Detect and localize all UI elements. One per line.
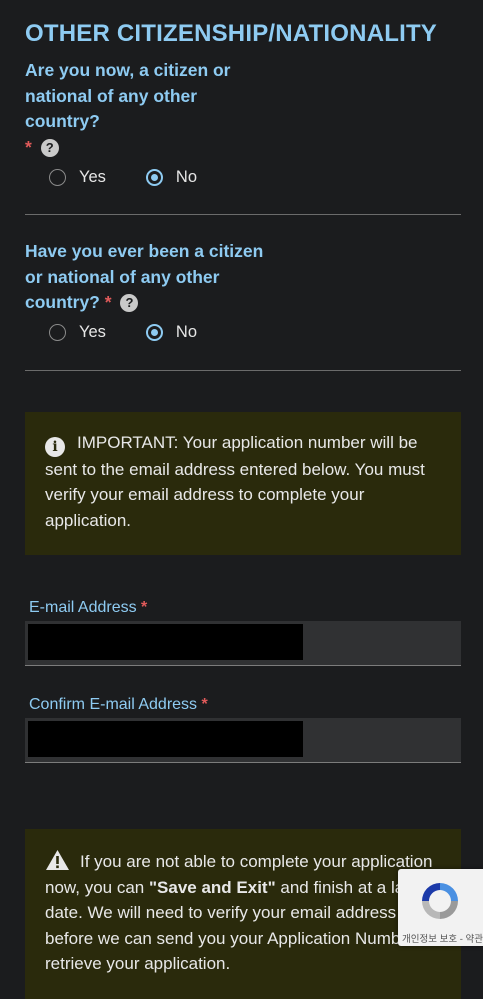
radio-circle[interactable] [49, 168, 66, 186]
radio-group-current-citizenship: Yes No [49, 160, 461, 194]
radio-circle[interactable] [145, 168, 163, 186]
radio-label: Yes [79, 167, 106, 186]
radio-no[interactable]: No [145, 323, 198, 342]
radio-label: No [175, 167, 198, 186]
radio-label: No [175, 323, 198, 341]
radio-yes[interactable]: Yes [49, 168, 106, 187]
info-circle-icon: i [45, 436, 65, 457]
question-text: Have you ever been a citizen or national… [25, 241, 264, 312]
question-circle-icon[interactable]: ? [120, 294, 139, 313]
question-circle-icon[interactable]: ? [40, 138, 59, 157]
question-past-citizenship: Have you ever been a citizen or national… [25, 239, 275, 316]
redacted-value [28, 624, 303, 660]
recaptcha-terms[interactable]: 개인정보 보호 - 약관 [402, 931, 483, 945]
warning-triangle-icon [46, 850, 69, 870]
required-marker: * [104, 292, 112, 312]
question-text: Are you now, a citizen or national of an… [25, 60, 231, 131]
important-notice: i IMPORTANT: Your application number will… [25, 411, 461, 555]
recaptcha-badge[interactable]: 개인정보 보호 - 약관 [398, 869, 483, 946]
recaptcha-logo-icon [422, 883, 458, 919]
required-marker: * [25, 136, 32, 157]
confirm-email-field[interactable] [25, 718, 461, 763]
email-label: E-mail Address * [29, 599, 461, 617]
radio-no[interactable]: No [145, 167, 198, 187]
confirm-email-label: Confirm E-mail Address * [29, 696, 461, 714]
radio-group-past-citizenship: Yes No [49, 316, 461, 350]
important-notice-text: IMPORTANT: Your application number will … [45, 432, 425, 530]
save-exit-notice: If you are not able to complete your app… [25, 829, 461, 999]
save-and-exit-label: "Save and Exit" [148, 877, 276, 897]
section-title: OTHER CITIZENSHIP/NATIONALITY [25, 20, 438, 47]
radio-circle[interactable] [49, 324, 66, 341]
divider [25, 214, 461, 215]
confirm-email-label-text: Confirm E-mail Address [29, 696, 198, 713]
radio-circle[interactable] [145, 324, 163, 341]
divider [25, 369, 461, 371]
radio-label: Yes [79, 323, 106, 341]
form-container: OTHER CITIZENSHIP/NATIONALITY Are you no… [0, 0, 483, 999]
redacted-value [28, 721, 303, 757]
required-marker: * [141, 599, 148, 616]
email-field[interactable] [25, 621, 461, 666]
email-label-text: E-mail Address [29, 599, 137, 616]
radio-yes[interactable]: Yes [49, 323, 106, 342]
question-current-citizenship: Are you now, a citizen or national of an… [25, 58, 275, 160]
required-marker: * [201, 696, 208, 713]
